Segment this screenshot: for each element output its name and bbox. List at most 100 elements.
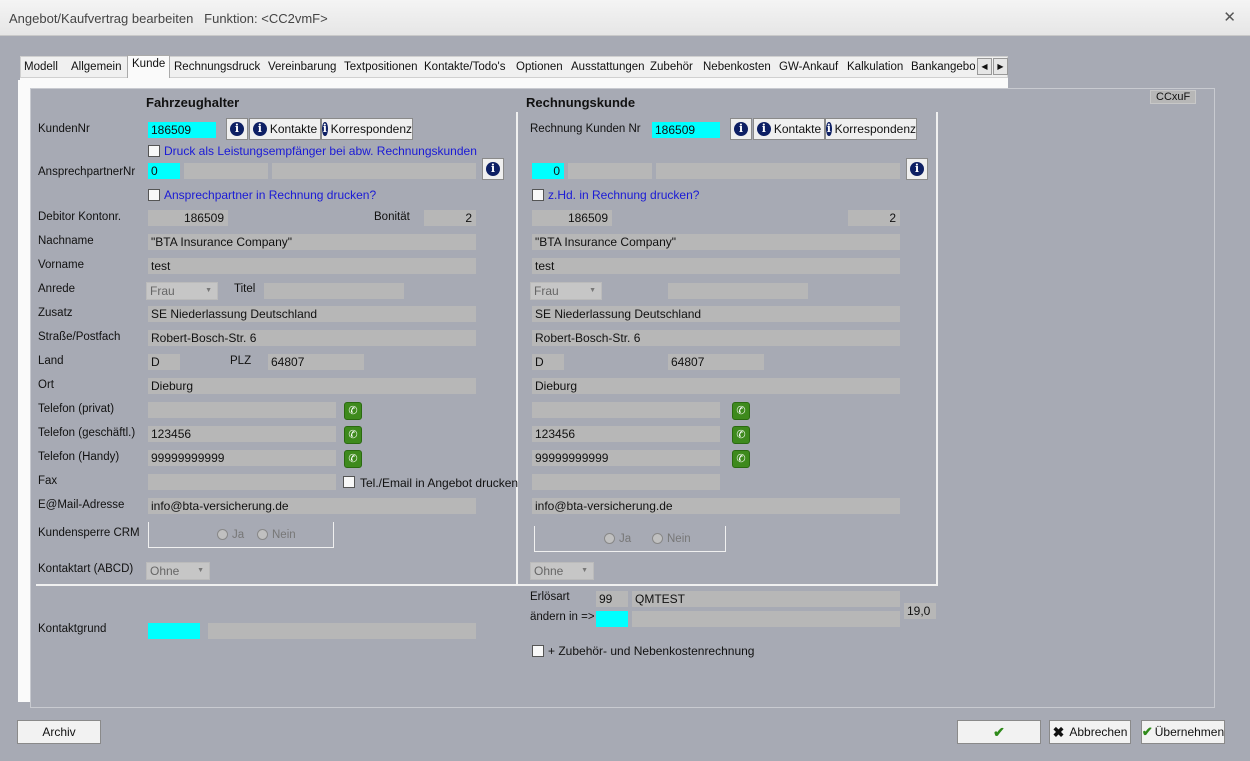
rechnung-ort-field[interactable]: Dieburg — [532, 378, 900, 394]
rechnung-email-field[interactable]: info@bta-versicherung.de — [532, 498, 900, 514]
tab-rechnungsdruck[interactable]: Rechnungsdruck — [174, 61, 260, 73]
phone-icon[interactable]: ✆ — [344, 450, 362, 468]
rechnung-sperre-ja-radio[interactable] — [604, 533, 615, 544]
phone-icon[interactable]: ✆ — [732, 450, 750, 468]
close-icon[interactable]: ✕ — [1223, 8, 1236, 26]
abbrechen-button[interactable]: ✖ Abbrechen — [1049, 720, 1131, 744]
anrede-select[interactable]: Frau ▼ — [146, 282, 218, 300]
ok-button[interactable]: ✔ — [957, 720, 1041, 744]
tab-optionen[interactable]: Optionen — [516, 61, 563, 73]
aendern-input[interactable] — [596, 611, 628, 627]
kunden-nr-input[interactable]: 186509 — [148, 122, 216, 138]
rechnung-kunden-nr-label: Rechnung Kunden Nr — [530, 123, 641, 135]
rechnung-fax-field[interactable] — [532, 474, 720, 490]
druck-leistungsempfaenger-checkbox[interactable] — [148, 145, 160, 157]
tel-email-print-checkbox[interactable] — [343, 476, 355, 488]
strasse-label: Straße/Postfach — [38, 331, 121, 343]
kundensperre-nein-radio[interactable] — [257, 529, 268, 540]
rechnung-zusatz-field[interactable]: SE Niederlassung Deutschland — [532, 306, 900, 322]
ansprechpartner-input[interactable]: 0 — [148, 163, 180, 179]
tab-ausstattungen[interactable]: Ausstattungen — [571, 61, 645, 73]
tab-gw-ankauf[interactable]: GW-Ankauf — [779, 61, 838, 73]
phone-icon[interactable]: ✆ — [344, 402, 362, 420]
kundensperre-ja-radio[interactable] — [217, 529, 228, 540]
ansprechpartner-print-label: Ansprechpartner in Rechnung drucken? — [164, 188, 377, 202]
ort-field[interactable]: Dieburg — [148, 378, 476, 394]
tab-kontakte-todos[interactable]: Kontakte/Todo's — [424, 61, 505, 73]
uebernehmen-button[interactable]: ✔ Übernehmen — [1141, 720, 1225, 744]
strasse-field[interactable]: Robert-Bosch-Str. 6 — [148, 330, 476, 346]
tab-scroll-left-icon[interactable]: ◀ — [977, 58, 992, 75]
rechnung-tel-handy-field[interactable]: 99999999999 — [532, 450, 720, 466]
info-icon: i — [322, 122, 328, 136]
bonitaet-field[interactable]: 2 — [424, 210, 476, 226]
email-field[interactable]: info@bta-versicherung.de — [148, 498, 476, 514]
info-icon: i — [252, 122, 267, 136]
kontaktart-select[interactable]: Ohne ▼ — [146, 562, 210, 580]
rechnung-info-button[interactable]: i — [730, 118, 752, 140]
ansprechpartner-detail-field — [272, 163, 476, 179]
rechnung-korrespondenz-button[interactable]: i Korrespondenz — [825, 118, 917, 140]
tab-allgemein[interactable]: Allgemein — [71, 61, 122, 73]
kontakte-button[interactable]: i Kontakte — [249, 118, 321, 140]
corner-code: CCxuF — [1150, 90, 1196, 104]
phone-icon[interactable]: ✆ — [732, 426, 750, 444]
rechnung-sperre-nein-radio[interactable] — [652, 533, 663, 544]
tel-handy-field[interactable]: 99999999999 — [148, 450, 336, 466]
tab-kalkulation[interactable]: Kalkulation — [847, 61, 903, 73]
tab-zubehoer[interactable]: Zubehör — [650, 61, 693, 73]
rechnung-kontakte-button[interactable]: i Kontakte — [753, 118, 825, 140]
kunden-info-button[interactable]: i — [226, 118, 248, 140]
rechnung-strasse-field[interactable]: Robert-Bosch-Str. 6 — [532, 330, 900, 346]
rechnung-titel-field[interactable] — [668, 283, 808, 299]
titel-label: Titel — [234, 283, 256, 295]
phone-icon[interactable]: ✆ — [732, 402, 750, 420]
rechnung-bonitaet-field[interactable]: 2 — [848, 210, 900, 226]
ansprechpartner-print-checkbox[interactable] — [148, 189, 160, 201]
plz-field[interactable]: 64807 — [268, 354, 364, 370]
erloesart-code-field[interactable]: 99 — [596, 591, 628, 607]
rechnung-tel-privat-field[interactable] — [532, 402, 720, 418]
ansprechpartner-info-button[interactable]: i — [482, 158, 504, 180]
tab-scroll-right-icon[interactable]: ▶ — [993, 58, 1008, 75]
tab-bankangebot[interactable]: Bankangebot — [911, 61, 975, 73]
rechnung-ansprechpartner-input[interactable]: 0 — [532, 163, 564, 179]
rechnung-nachname-field[interactable]: "BTA Insurance Company" — [532, 234, 900, 250]
land-field[interactable]: D — [148, 354, 180, 370]
vorname-field[interactable]: test — [148, 258, 476, 274]
chevron-down-icon: ▼ — [197, 567, 204, 574]
rechnung-plz-field[interactable]: 64807 — [668, 354, 764, 370]
nachname-field[interactable]: "BTA Insurance Company" — [148, 234, 476, 250]
korrespondenz-button[interactable]: i Korrespondenz — [321, 118, 413, 140]
rechnung-land-field[interactable]: D — [532, 354, 564, 370]
zhd-print-checkbox[interactable] — [532, 189, 544, 201]
zubehoer-rechnung-checkbox[interactable] — [532, 645, 544, 657]
rechnung-tel-geschaeftlich-field[interactable]: 123456 — [532, 426, 720, 442]
tel-handy-label: Telefon (Handy) — [38, 451, 120, 463]
heading-fahrzeughalter: Fahrzeughalter — [146, 95, 240, 110]
tab-modell[interactable]: Modell — [24, 61, 58, 73]
rechnung-kontaktart-select[interactable]: Ohne ▼ — [530, 562, 594, 580]
kontaktgrund-input[interactable] — [148, 623, 200, 639]
tab-kunde[interactable]: Kunde — [127, 55, 171, 79]
tel-geschaeftlich-label: Telefon (geschäftl.) — [38, 427, 136, 439]
rechnung-ansprechpartner-info-button[interactable]: i — [906, 158, 928, 180]
tab-nebenkosten[interactable]: Nebenkosten — [703, 61, 771, 73]
tab-textpositionen[interactable]: Textpositionen — [344, 61, 418, 73]
tab-vereinbarung[interactable]: Vereinbarung — [268, 61, 336, 73]
zusatz-field[interactable]: SE Niederlassung Deutschland — [148, 306, 476, 322]
rechnung-anrede-select[interactable]: Frau ▼ — [530, 282, 602, 300]
phone-icon[interactable]: ✆ — [344, 426, 362, 444]
rechnung-vorname-field[interactable]: test — [532, 258, 900, 274]
rechnung-ansprechpartner-detail-field — [656, 163, 900, 179]
rechnung-kunden-nr-input[interactable]: 186509 — [652, 122, 720, 138]
rechnung-debitor-field[interactable]: 186509 — [532, 210, 612, 226]
zhd-print-label: z.Hd. in Rechnung drucken? — [548, 188, 700, 202]
tel-geschaeftlich-field[interactable]: 123456 — [148, 426, 336, 442]
tel-privat-field[interactable] — [148, 402, 336, 418]
archiv-button[interactable]: Archiv — [17, 720, 101, 744]
steuer-field: 19,0 — [904, 603, 936, 619]
debitor-field[interactable]: 186509 — [148, 210, 228, 226]
fax-field[interactable] — [148, 474, 336, 490]
titel-field[interactable] — [264, 283, 404, 299]
